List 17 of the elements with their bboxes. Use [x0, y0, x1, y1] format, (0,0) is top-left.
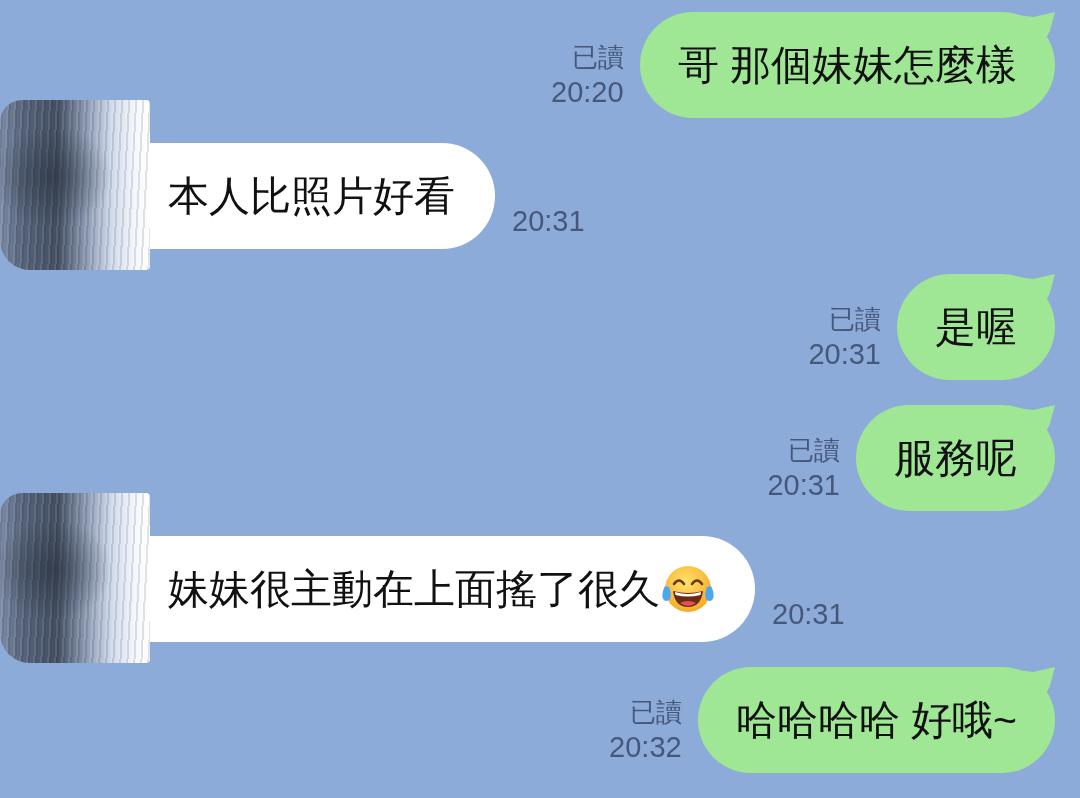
- message-text: 哥 那個妹妹怎麼樣: [677, 41, 1017, 90]
- message-text: 哈哈哈哈 好哦~: [735, 696, 1017, 745]
- message-text: 是喔: [935, 303, 1017, 352]
- message-time: 20:31: [772, 597, 845, 631]
- message-time: 20:31: [767, 468, 840, 502]
- message-time: 20:31: [512, 204, 585, 238]
- read-receipt: 已讀: [571, 41, 624, 74]
- message-text: 本人比照片好看: [168, 172, 455, 221]
- message-time: 20:31: [808, 337, 881, 371]
- read-receipt: 已讀: [629, 696, 682, 729]
- message-time: 20:20: [551, 75, 624, 109]
- message-text: 妹妹很主動在上面搖了很久: [168, 565, 660, 614]
- message-time: 20:32: [609, 730, 682, 764]
- tears-of-joy-emoji-icon: [661, 564, 715, 614]
- read-receipt: 已讀: [829, 303, 881, 336]
- read-receipt: 已讀: [788, 434, 840, 467]
- message-text: 服務呢: [894, 434, 1017, 483]
